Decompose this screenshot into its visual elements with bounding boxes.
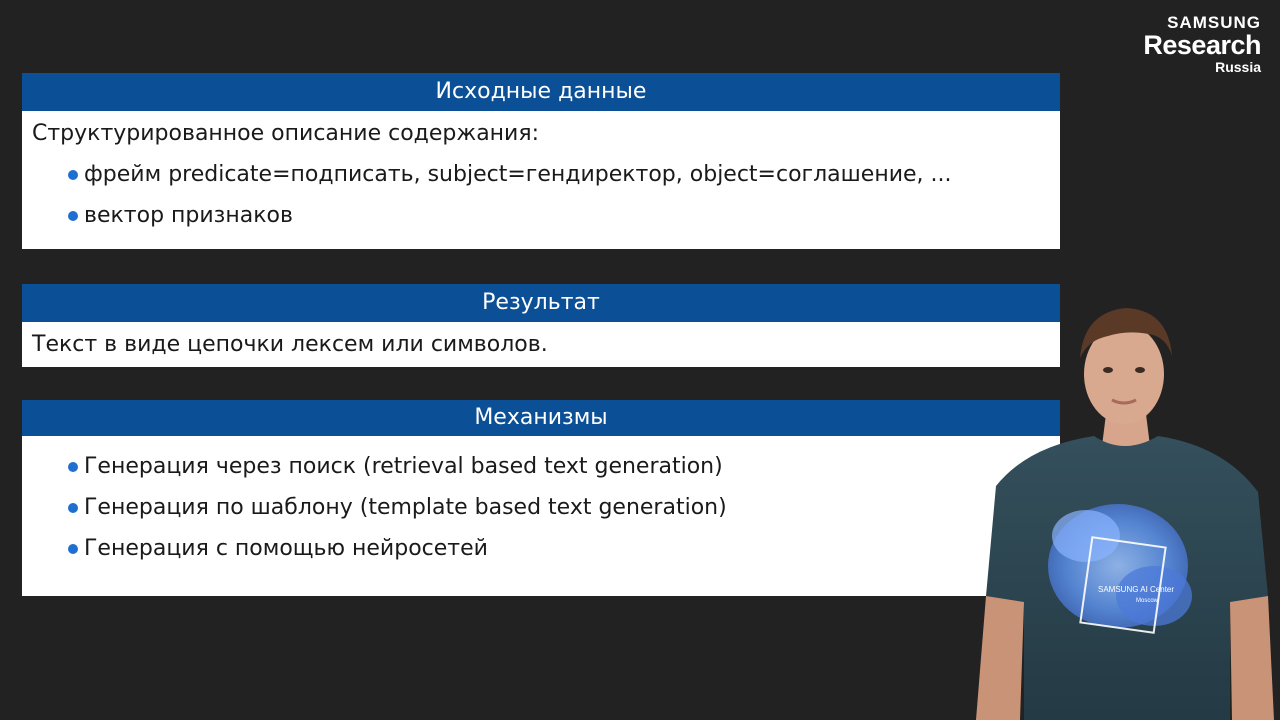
bullet-icon (68, 462, 78, 472)
logo-research: Research (1143, 30, 1261, 60)
shirt-sub-text: Moscow (1136, 598, 1159, 604)
list-item: Генерация через поиск (retrieval based t… (32, 452, 1050, 482)
presenter-figure: SAMSUNG AI Center Moscow (976, 308, 1274, 720)
list-item-text: вектор признаков (84, 203, 293, 228)
mechanisms-list: Генерация через поиск (retrieval based t… (32, 452, 1050, 564)
shirt-logo-text: SAMSUNG AI Center (1098, 585, 1174, 594)
list-item: Генерация с помощью нейросетей (32, 534, 1050, 564)
list-item: Генерация по шаблону (template based tex… (32, 493, 1050, 523)
input-data-block: Исходные данные Структурированное описан… (22, 73, 1060, 249)
bullet-icon (68, 211, 78, 221)
input-data-intro: Структурированное описание содержания: (32, 121, 539, 146)
result-text: Текст в виде цепочки лексем или символов… (32, 332, 548, 357)
result-body: Текст в виде цепочки лексем или символов… (22, 322, 1060, 370)
mechanisms-body: Генерация через поиск (retrieval based t… (22, 436, 1060, 574)
input-data-title: Исходные данные (22, 73, 1060, 111)
presenter-arm-left (976, 596, 1024, 720)
list-item: вектор признаков (32, 201, 1050, 231)
samsung-research-logo: SAMSUNG Research Russia (1143, 14, 1261, 74)
bullet-icon (68, 170, 78, 180)
bullet-icon (68, 544, 78, 554)
result-block: Результат Текст в виде цепочки лексем ил… (22, 284, 1060, 367)
list-item-text: Генерация через поиск (retrieval based t… (84, 454, 723, 479)
input-data-list: фрейм predicate=подписать, subject=генди… (32, 160, 1050, 231)
mechanisms-block: Механизмы Генерация через поиск (retriev… (22, 400, 1060, 596)
bullet-icon (68, 503, 78, 513)
input-data-body: Структурированное описание содержания: ф… (22, 111, 1060, 241)
result-title: Результат (22, 284, 1060, 322)
logo-region: Russia (1215, 59, 1261, 75)
mechanisms-title: Механизмы (22, 400, 1060, 436)
list-item: фрейм predicate=подписать, subject=генди… (32, 160, 1050, 190)
list-item-text: фрейм predicate=подписать, subject=генди… (84, 162, 952, 187)
presenter-arm-right (1230, 596, 1274, 720)
logo-brand: SAMSUNG (1167, 13, 1261, 32)
list-item-text: Генерация по шаблону (template based tex… (84, 495, 727, 520)
list-item-text: Генерация с помощью нейросетей (84, 536, 488, 561)
